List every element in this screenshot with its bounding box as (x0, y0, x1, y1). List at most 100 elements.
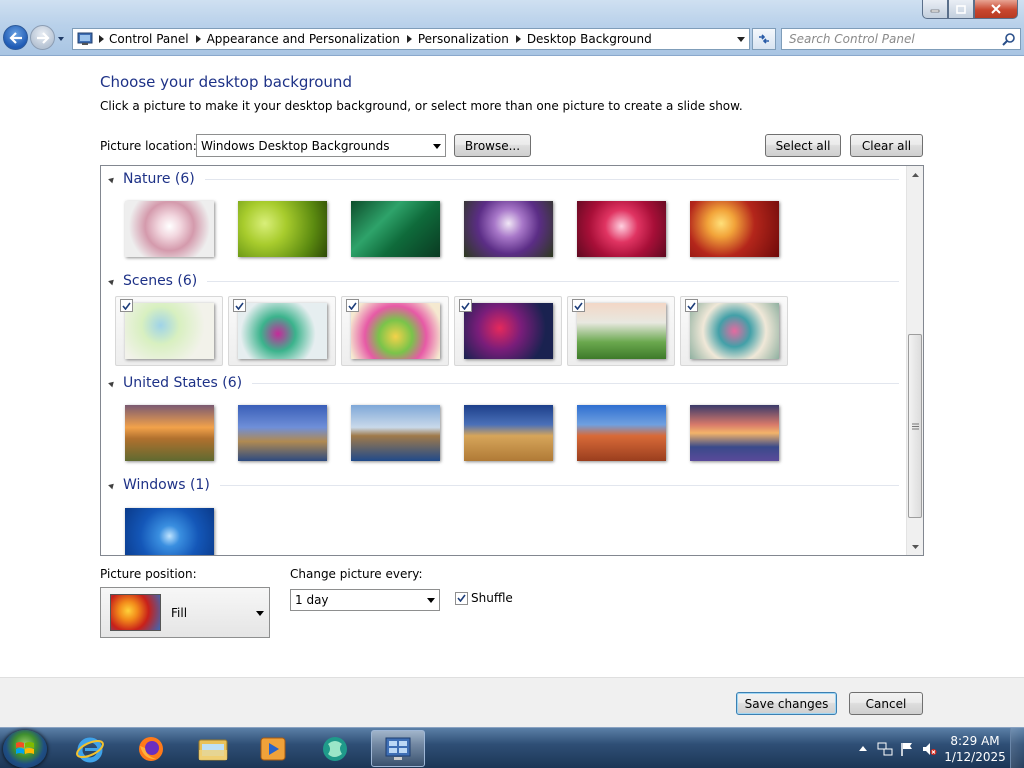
wallpaper-thumbnail-selected[interactable] (115, 296, 223, 366)
collapse-triangle-icon[interactable] (108, 481, 116, 489)
shuffle-option[interactable]: Shuffle (455, 591, 513, 605)
group-header[interactable]: United States (6) (108, 373, 899, 393)
wallpaper-thumbnail[interactable] (680, 398, 788, 468)
taskbar-media-player[interactable] (246, 730, 300, 767)
select-checkbox[interactable] (459, 299, 472, 312)
wallpaper-thumbnail-selected[interactable] (454, 296, 562, 366)
wallpaper-thumbnail[interactable] (341, 194, 449, 264)
select-all-button[interactable]: Select all (765, 134, 841, 157)
volume-button[interactable] (918, 738, 940, 760)
wallpaper-thumbnail[interactable] (454, 194, 562, 264)
breadcrumb-desktop-background[interactable]: Desktop Background (525, 32, 656, 46)
picture-position-value: Fill (171, 606, 188, 620)
forward-button[interactable] (30, 25, 55, 50)
address-bar[interactable]: Control Panel Appearance and Personaliza… (72, 28, 750, 50)
refresh-button[interactable] (752, 28, 776, 50)
chevron-down-icon (737, 36, 745, 42)
collapse-triangle-icon[interactable] (108, 175, 116, 183)
internet-explorer-icon (76, 737, 104, 762)
vertical-scrollbar[interactable] (906, 166, 923, 555)
group-header[interactable]: Windows (1) (108, 475, 899, 495)
start-button[interactable] (3, 730, 47, 768)
wallpaper-image (689, 405, 779, 461)
minimize-button[interactable] (922, 0, 948, 19)
picture-location-dropdown[interactable]: Windows Desktop Backgrounds (196, 134, 446, 157)
shuffle-checkbox[interactable] (455, 591, 468, 605)
shuffle-label: Shuffle (471, 591, 513, 605)
select-checkbox[interactable] (120, 299, 133, 312)
system-clock[interactable]: 8:29 AM 1/12/2025 (940, 733, 1010, 765)
thumbnail-row (115, 398, 793, 468)
control-panel-icon (77, 32, 93, 45)
show-hidden-icons-button[interactable] (852, 738, 874, 760)
collapse-triangle-icon[interactable] (108, 277, 116, 285)
wallpaper-thumbnail[interactable] (115, 194, 223, 264)
wallpaper-thumbnail-selected[interactable] (341, 296, 449, 366)
wallpaper-thumbnail[interactable] (680, 194, 788, 264)
taskbar-firefox[interactable] (124, 730, 178, 767)
action-center-button[interactable] (896, 738, 918, 760)
wallpaper-thumbnail-selected[interactable] (567, 296, 675, 366)
wallpaper-thumbnail-selected[interactable] (228, 296, 336, 366)
chevron-down-icon (433, 143, 441, 149)
wallpaper-thumbnail-selected[interactable] (680, 296, 788, 366)
wallpaper-thumbnail[interactable] (567, 194, 675, 264)
save-changes-button[interactable]: Save changes (736, 692, 837, 715)
wallpaper-thumbnail[interactable] (228, 194, 336, 264)
breadcrumb-separator[interactable] (193, 35, 205, 43)
network-tray-button[interactable] (874, 738, 896, 760)
select-checkbox[interactable] (346, 299, 359, 312)
picture-position-dropdown[interactable]: Fill (100, 587, 270, 638)
scroll-down-button[interactable] (907, 538, 923, 555)
collapse-triangle-icon[interactable] (108, 379, 116, 387)
browse-button[interactable]: Browse... (454, 134, 531, 157)
taskbar-app-green[interactable] (308, 730, 362, 767)
wallpaper-thumbnail[interactable] (567, 398, 675, 468)
cancel-button[interactable]: Cancel (849, 692, 923, 715)
breadcrumb-separator[interactable] (404, 35, 416, 43)
network-icon (877, 742, 893, 755)
show-desktop-button[interactable] (1010, 728, 1024, 768)
recent-pages-dropdown[interactable] (57, 31, 65, 45)
breadcrumb-appearance[interactable]: Appearance and Personalization (205, 32, 404, 46)
wallpaper-thumbnail[interactable] (228, 398, 336, 468)
minimize-icon (930, 9, 940, 13)
taskbar-control-panel[interactable] (371, 730, 425, 767)
wallpaper-thumbnail[interactable] (341, 398, 449, 468)
select-checkbox[interactable] (233, 299, 246, 312)
breadcrumb-personalization[interactable]: Personalization (416, 32, 513, 46)
breadcrumb-separator[interactable] (513, 35, 525, 43)
select-checkbox[interactable] (572, 299, 585, 312)
select-checkbox[interactable] (685, 299, 698, 312)
green-globe-icon (323, 736, 347, 761)
navigation-buttons (3, 25, 65, 50)
group-header[interactable]: Nature (6) (108, 169, 899, 189)
taskbar-file-explorer[interactable] (186, 730, 240, 767)
picture-gallery: Nature (6) Scenes (6) United States (6) … (100, 165, 924, 556)
search-icon[interactable] (1002, 32, 1016, 46)
breadcrumb-separator[interactable] (95, 35, 107, 43)
group-header[interactable]: Scenes (6) (108, 271, 899, 291)
wallpaper-thumbnail[interactable] (115, 398, 223, 468)
clear-all-button[interactable]: Clear all (850, 134, 923, 157)
chevron-up-icon (911, 172, 919, 177)
clock-time: 8:29 AM (950, 733, 1000, 748)
chevron-right-icon (98, 35, 104, 43)
close-button[interactable] (974, 0, 1018, 19)
address-history-dropdown[interactable] (733, 29, 749, 49)
forward-arrow-icon (36, 31, 50, 44)
chevron-down-icon (427, 598, 435, 603)
chevron-right-icon (407, 35, 413, 43)
maximize-button[interactable] (948, 0, 974, 19)
taskbar-internet-explorer[interactable] (63, 730, 117, 767)
wallpaper-thumbnail[interactable] (454, 398, 562, 468)
back-button[interactable] (3, 25, 28, 50)
scroll-up-button[interactable] (907, 166, 923, 183)
wallpaper-thumbnail[interactable] (115, 500, 223, 555)
breadcrumb-control-panel[interactable]: Control Panel (107, 32, 193, 46)
group-title: Scenes (6) (123, 273, 198, 289)
change-interval-dropdown[interactable]: 1 day (290, 589, 440, 611)
scrollbar-thumb[interactable] (908, 334, 922, 518)
search-input[interactable] (782, 29, 992, 49)
picture-location-value: Windows Desktop Backgrounds (201, 138, 390, 153)
